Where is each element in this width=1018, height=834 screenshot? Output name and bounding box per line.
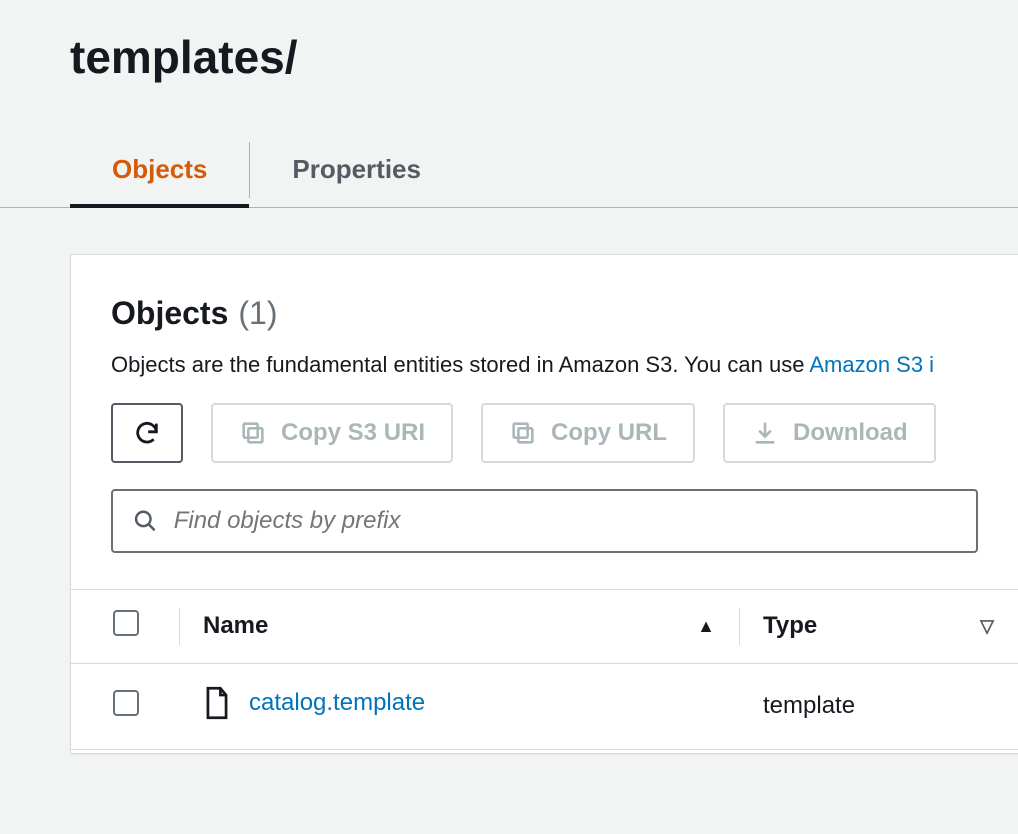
refresh-icon — [133, 419, 161, 447]
sort-asc-icon: ▲ — [697, 616, 715, 637]
objects-panel: Objects (1) Objects are the fundamental … — [70, 254, 1018, 754]
toolbar: Copy S3 URI Copy URL Download — [71, 403, 1018, 463]
page-title: templates/ — [0, 0, 1018, 94]
tabs: Objects Properties — [0, 138, 1018, 208]
refresh-button[interactable] — [111, 403, 183, 463]
row-checkbox[interactable] — [113, 690, 139, 716]
objects-table: Name ▲ Type ▽ — [71, 589, 1018, 750]
download-button[interactable]: Download — [723, 403, 936, 463]
column-header-name[interactable]: Name ▲ — [179, 589, 739, 663]
panel-title: Objects (1) — [111, 295, 978, 332]
copy-icon — [509, 419, 537, 447]
filter-icon: ▽ — [980, 616, 994, 637]
download-label: Download — [793, 419, 908, 447]
column-header-type[interactable]: Type ▽ — [739, 589, 1018, 663]
panel-description-text: Objects are the fundamental entities sto… — [111, 352, 809, 377]
panel-description: Objects are the fundamental entities sto… — [111, 350, 978, 381]
panel-title-text: Objects — [111, 295, 228, 332]
tab-properties[interactable]: Properties — [250, 138, 463, 207]
amazon-s3-link[interactable]: Amazon S3 i — [809, 352, 934, 377]
object-name-link[interactable]: catalog.template — [249, 689, 425, 717]
copy-icon — [239, 419, 267, 447]
copy-s3-uri-button[interactable]: Copy S3 URI — [211, 403, 453, 463]
table-row: catalog.template template — [71, 663, 1018, 749]
panel-count: (1) — [238, 295, 277, 332]
tab-objects[interactable]: Objects — [70, 138, 249, 207]
search-icon — [133, 508, 158, 534]
col-type-label: Type — [763, 612, 817, 640]
search-container — [111, 489, 978, 553]
copy-url-label: Copy URL — [551, 419, 667, 447]
object-type-cell: template — [739, 663, 1018, 749]
select-all-checkbox[interactable] — [113, 610, 139, 636]
file-icon — [203, 686, 231, 720]
copy-s3-uri-label: Copy S3 URI — [281, 419, 425, 447]
download-icon — [751, 419, 779, 447]
copy-url-button[interactable]: Copy URL — [481, 403, 695, 463]
search-input[interactable] — [174, 507, 956, 535]
col-name-label: Name — [203, 612, 268, 640]
